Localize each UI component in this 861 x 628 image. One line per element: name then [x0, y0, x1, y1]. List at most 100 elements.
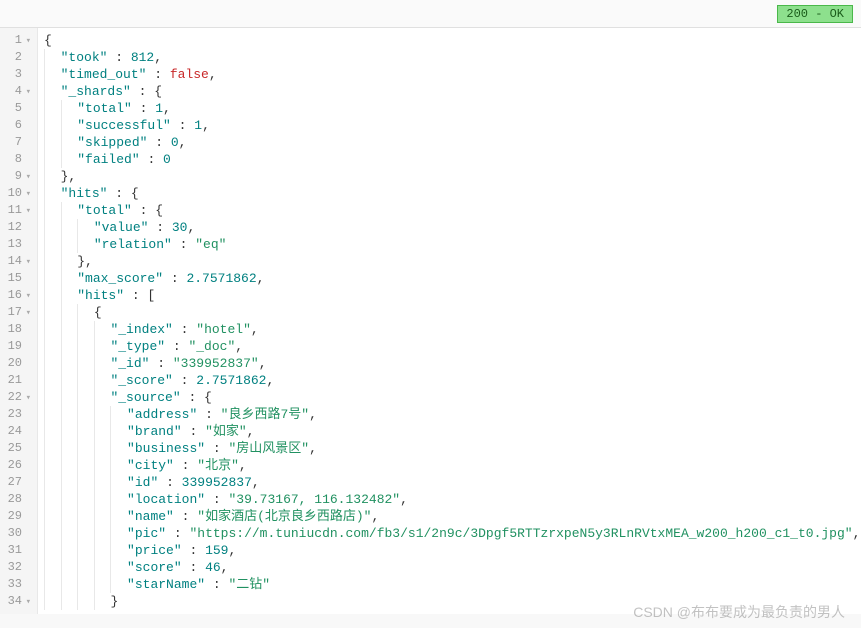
gutter-line: 20	[2, 355, 31, 372]
fold-icon[interactable]: ▾	[24, 84, 31, 101]
indent-guide	[61, 321, 78, 338]
fold-icon[interactable]: ▾	[24, 594, 31, 611]
indent-guide	[61, 151, 78, 168]
token-punct: ,	[154, 50, 162, 65]
token-key: "hits"	[61, 186, 108, 201]
indent-guide	[44, 338, 61, 355]
token-key: "_index"	[110, 322, 172, 337]
gutter-line: 30	[2, 525, 31, 542]
indent-guide	[61, 304, 78, 321]
indent-guide	[110, 576, 127, 593]
token-key: "pic"	[127, 526, 166, 541]
token-punct: ,	[247, 424, 255, 439]
token-punct: :	[174, 458, 197, 473]
token-number: 0	[163, 152, 171, 167]
gutter-line: 1▾	[2, 32, 31, 49]
code-line: "timed_out" : false,	[44, 66, 861, 83]
code-line: "location" : "39.73167, 116.132482",	[44, 491, 861, 508]
indent-guide	[110, 423, 127, 440]
code-line: "total" : {	[44, 202, 861, 219]
code-line: "failed" : 0	[44, 151, 861, 168]
code-line: "_shards" : {	[44, 83, 861, 100]
token-punct: : {	[131, 84, 162, 99]
indent-guide	[77, 236, 94, 253]
token-punct: ,	[163, 101, 171, 116]
indent-guide	[94, 423, 111, 440]
gutter-line: 3	[2, 66, 31, 83]
indent-guide	[61, 542, 78, 559]
fold-icon[interactable]: ▾	[24, 254, 31, 271]
code-line: "took" : 812,	[44, 49, 861, 66]
indent-guide	[44, 151, 61, 168]
code-line: "_index" : "hotel",	[44, 321, 861, 338]
code-line: "max_score" : 2.7571862,	[44, 270, 861, 287]
token-punct: ,	[239, 458, 247, 473]
gutter-line: 16▾	[2, 287, 31, 304]
indent-guide	[77, 219, 94, 236]
token-punct: ,	[235, 339, 243, 354]
code-line: "address" : "良乡西路7号",	[44, 406, 861, 423]
indent-guide	[94, 457, 111, 474]
fold-icon[interactable]: ▾	[24, 390, 31, 407]
token-punct: : {	[132, 203, 163, 218]
token-punct: :	[163, 271, 186, 286]
token-string: "https://m.tuniucdn.com/fb3/s1/2n9c/3Dpg…	[189, 526, 852, 541]
indent-guide	[44, 440, 61, 457]
indent-guide	[61, 202, 78, 219]
token-key: "took"	[61, 50, 108, 65]
gutter-line: 33	[2, 576, 31, 593]
token-punct: :	[140, 152, 163, 167]
code-area[interactable]: { "took" : 812, "timed_out" : false, "_s…	[38, 28, 861, 614]
indent-guide	[44, 83, 61, 100]
gutter-line: 18	[2, 321, 31, 338]
indent-guide	[61, 423, 78, 440]
indent-guide	[61, 406, 78, 423]
fold-icon[interactable]: ▾	[24, 186, 31, 203]
indent-guide	[77, 593, 94, 610]
indent-guide	[61, 457, 78, 474]
indent-guide	[44, 389, 61, 406]
response-top-bar: 200 - OK	[0, 0, 861, 28]
code-line: "hits" : {	[44, 185, 861, 202]
indent-guide	[77, 389, 94, 406]
indent-guide	[77, 576, 94, 593]
token-punct: {	[94, 305, 102, 320]
token-punct: ,	[202, 118, 210, 133]
code-line: "brand" : "如家",	[44, 423, 861, 440]
indent-guide	[61, 525, 78, 542]
code-line: "city" : "北京",	[44, 457, 861, 474]
fold-icon[interactable]: ▾	[24, 33, 31, 50]
gutter-line: 21	[2, 372, 31, 389]
fold-icon[interactable]: ▾	[24, 203, 31, 220]
indent-guide	[44, 406, 61, 423]
fold-icon[interactable]: ▾	[24, 305, 31, 322]
token-punct: :	[173, 322, 196, 337]
code-line: {	[44, 32, 861, 49]
token-key: "failed"	[77, 152, 139, 167]
fold-icon[interactable]: ▾	[24, 288, 31, 305]
token-number: 2.7571862	[196, 373, 266, 388]
token-punct: :	[205, 577, 228, 592]
indent-guide	[61, 270, 78, 287]
gutter-line: 6	[2, 117, 31, 134]
token-key: "name"	[127, 509, 174, 524]
token-string: "如家酒店(北京良乡西路店)"	[197, 509, 371, 524]
token-key: "_source"	[110, 390, 180, 405]
token-key: "successful"	[77, 118, 171, 133]
indent-guide	[110, 525, 127, 542]
token-string: "_doc"	[188, 339, 235, 354]
token-key: "total"	[77, 101, 132, 116]
token-key: "business"	[127, 441, 205, 456]
fold-icon[interactable]: ▾	[24, 169, 31, 186]
indent-guide	[61, 474, 78, 491]
code-line: "business" : "房山风景区",	[44, 440, 861, 457]
token-key: "address"	[127, 407, 197, 422]
token-key: "total"	[77, 203, 132, 218]
indent-guide	[61, 389, 78, 406]
code-line: "relation" : "eq"	[44, 236, 861, 253]
token-punct: ,	[228, 543, 236, 558]
indent-guide	[44, 457, 61, 474]
token-key: "_id"	[110, 356, 149, 371]
line-gutter: 1▾234▾56789▾10▾11▾121314▾1516▾17▾1819202…	[0, 28, 38, 614]
indent-guide	[44, 100, 61, 117]
